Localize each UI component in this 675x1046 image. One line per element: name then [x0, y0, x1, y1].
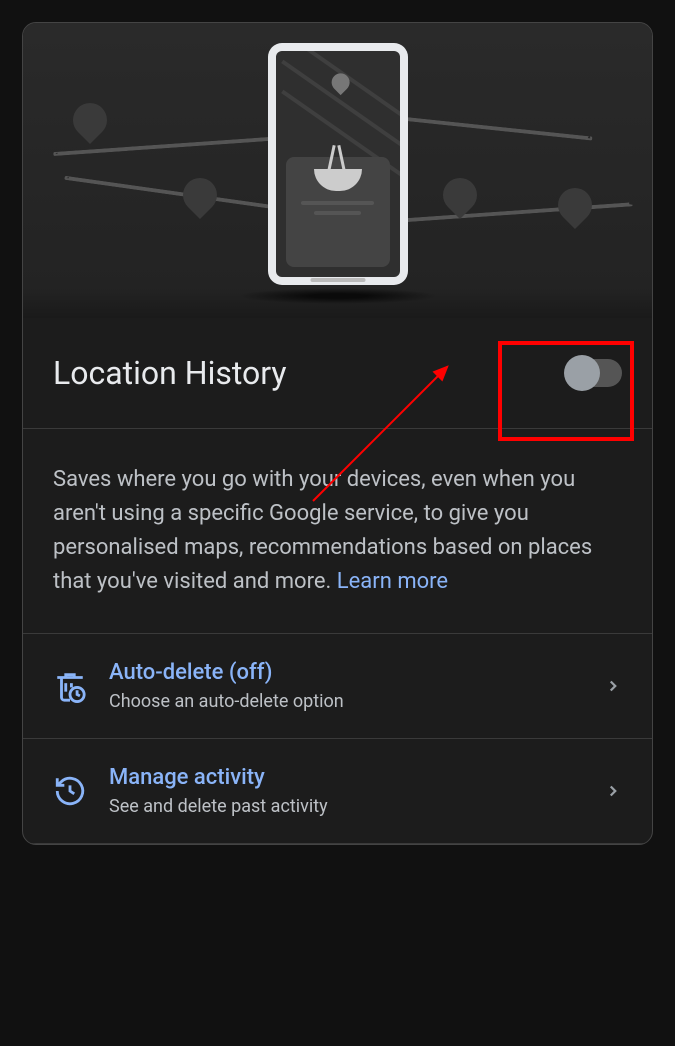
- location-history-toggle[interactable]: [566, 359, 622, 387]
- location-history-row: Location History: [23, 318, 652, 429]
- manage-activity-row[interactable]: Manage activity See and delete past acti…: [23, 739, 652, 844]
- page-title: Location History: [53, 354, 287, 392]
- auto-delete-title: Auto-delete (off): [109, 660, 582, 685]
- auto-delete-icon: [53, 669, 87, 703]
- manage-activity-subtitle: See and delete past activity: [109, 796, 582, 817]
- hero-illustration: [23, 23, 652, 318]
- pin-icon: [551, 181, 599, 229]
- auto-delete-row[interactable]: Auto-delete (off) Choose an auto-delete …: [23, 634, 652, 739]
- pin-icon: [66, 96, 114, 144]
- meal-icon: [314, 169, 362, 191]
- description-text: Saves where you go with your devices, ev…: [23, 429, 652, 634]
- learn-more-link[interactable]: Learn more: [337, 569, 448, 594]
- auto-delete-subtitle: Choose an auto-delete option: [109, 691, 582, 712]
- phone-illustration: [268, 43, 408, 285]
- history-icon: [53, 774, 87, 808]
- pin-icon: [176, 171, 224, 219]
- chevron-right-icon: [604, 677, 622, 695]
- settings-card: Location History Saves where you go with…: [22, 22, 653, 845]
- pin-icon: [436, 171, 484, 219]
- chevron-right-icon: [604, 782, 622, 800]
- manage-activity-title: Manage activity: [109, 765, 582, 790]
